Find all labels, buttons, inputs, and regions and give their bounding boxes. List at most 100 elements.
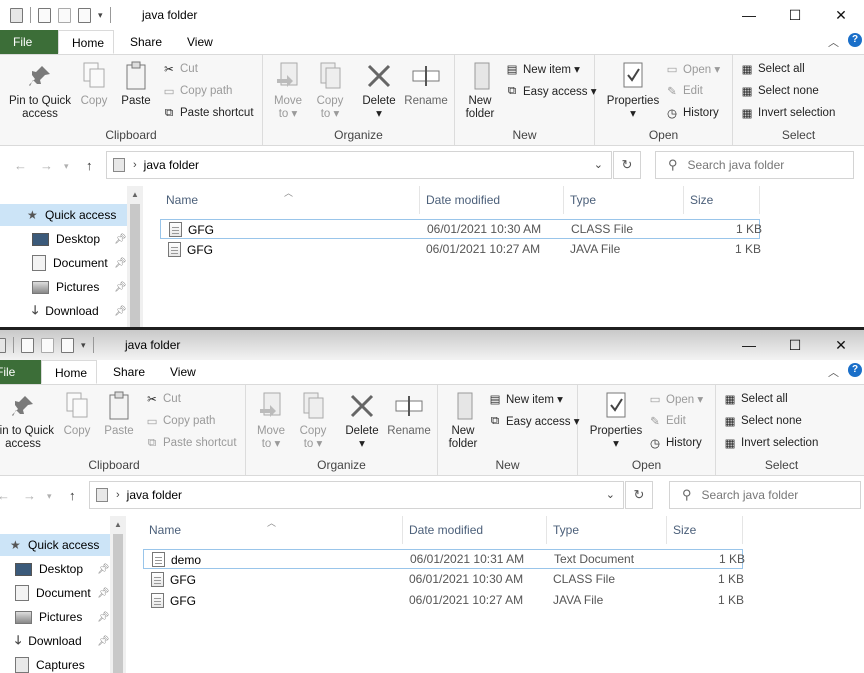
select-all-button[interactable]: ▦ Select all (723, 390, 788, 408)
properties-icon[interactable] (38, 7, 51, 23)
collapse-ribbon-icon[interactable]: ︿ (828, 34, 839, 50)
breadcrumb-path[interactable]: java folder (127, 488, 182, 502)
properties-button[interactable]: Properties ▾ (586, 391, 646, 451)
address-bar[interactable]: › java folder ⌄ (106, 151, 612, 179)
nav-item-pictures[interactable]: Pictures (15, 606, 82, 628)
delete-button[interactable]: Delete ▾ (359, 61, 399, 121)
help-icon[interactable]: ? (848, 33, 862, 47)
nav-item-pictures[interactable]: Pictures (32, 276, 99, 298)
recent-locations-chevron-icon[interactable]: ▾ (64, 161, 69, 172)
easy-access-button[interactable]: ⧉ Easy access ▾ (488, 412, 580, 430)
tab-share[interactable]: Share (100, 360, 158, 384)
rename-button[interactable]: Rename (384, 391, 434, 438)
maximize-button[interactable]: ☐ (772, 330, 818, 360)
edit-button[interactable]: ✎ Edit (665, 82, 703, 100)
column-header-size[interactable]: Size (684, 186, 760, 214)
refresh-button[interactable]: ↻ (625, 481, 653, 509)
address-dropdown-icon[interactable]: ⌄ (594, 158, 603, 171)
copy-to-button[interactable]: Copy to ▾ (294, 391, 332, 451)
nav-item-downloads[interactable]: 🡓 Download (32, 300, 127, 322)
maximize-button[interactable]: ☐ (772, 0, 818, 30)
cut-button[interactable]: ✂ Cut (145, 390, 181, 408)
column-header-date-modified[interactable]: Date modified (420, 186, 564, 214)
select-none-button[interactable]: ▦ Select none (723, 412, 802, 430)
search-box[interactable]: ⚲ Search java folder (669, 481, 861, 509)
edit-button[interactable]: ✎ Edit (648, 412, 686, 430)
up-arrow-icon[interactable]: ↑ (86, 158, 93, 173)
nav-item-downloads[interactable]: 🡓 Download (15, 630, 110, 652)
invert-selection-button[interactable]: ▦ Invert selection (723, 434, 819, 452)
checkmark-icon[interactable] (78, 7, 91, 23)
nav-item-captures[interactable]: Captures (15, 654, 85, 673)
nav-item-desktop[interactable]: Desktop (15, 558, 83, 580)
select-none-button[interactable]: ▦ Select none (740, 82, 819, 100)
nav-item-quick-access[interactable]: ★ Quick access (0, 534, 110, 556)
properties-icon[interactable] (21, 337, 34, 353)
scroll-up-arrow-icon[interactable]: ▲ (110, 520, 126, 529)
easy-access-button[interactable]: ⧉ Easy access ▾ (505, 82, 597, 100)
file-row[interactable]: GFG 06/01/2021 10:27 AM JAVA File 1 KB (143, 591, 744, 611)
nav-item-desktop[interactable]: Desktop (32, 228, 100, 250)
address-dropdown-icon[interactable]: ⌄ (606, 488, 615, 501)
close-button[interactable]: ✕ (818, 0, 864, 30)
scrollbar-thumb[interactable] (130, 204, 140, 328)
refresh-button[interactable]: ↻ (613, 151, 641, 179)
delete-button[interactable]: Delete ▾ (342, 391, 382, 451)
cut-button[interactable]: ✂ Cut (162, 60, 198, 78)
back-arrow-icon[interactable]: ← (0, 488, 10, 503)
open-button[interactable]: ▭ Open ▾ (665, 60, 721, 78)
nav-scrollbar[interactable]: ▲ (110, 516, 126, 673)
file-row[interactable]: GFG 06/01/2021 10:30 AM CLASS File 1 KB (160, 219, 762, 239)
up-arrow-icon[interactable]: ↑ (69, 488, 76, 503)
help-icon[interactable]: ? (848, 363, 862, 377)
tab-share[interactable]: Share (117, 30, 175, 54)
checkmark-icon[interactable] (61, 337, 74, 353)
move-to-button[interactable]: Move to ▾ (269, 61, 307, 121)
paste-shortcut-button[interactable]: ⧉ Paste shortcut (145, 434, 237, 452)
tab-view[interactable]: View (157, 360, 209, 384)
tab-file[interactable]: File (0, 360, 41, 384)
customize-toolbar-dropdown-icon[interactable]: ▾ (81, 340, 86, 351)
address-bar[interactable]: › java folder ⌄ (89, 481, 624, 509)
rename-button[interactable]: Rename (401, 61, 451, 108)
recent-locations-chevron-icon[interactable]: ▾ (47, 491, 52, 502)
tab-home[interactable]: Home (41, 360, 97, 384)
nav-scrollbar[interactable]: ▲ (127, 186, 143, 328)
forward-arrow-icon[interactable]: → (23, 488, 36, 503)
nav-item-quick-access[interactable]: ★ Quick access (0, 204, 127, 226)
copy-button[interactable]: Copy (59, 391, 95, 438)
pin-to-quick-access-button[interactable]: Pin to Quick access (0, 391, 59, 451)
minimize-button[interactable]: — (726, 330, 772, 360)
tab-home[interactable]: Home (58, 30, 114, 54)
file-row[interactable]: GFG 06/01/2021 10:27 AM JAVA File 1 KB (160, 240, 761, 260)
nav-item-documents[interactable]: Document (15, 582, 91, 604)
copy-button[interactable]: Copy (76, 61, 112, 108)
paste-button[interactable]: Paste (118, 61, 154, 108)
new-folder-icon[interactable] (58, 7, 71, 23)
column-header-type[interactable]: Type (547, 516, 667, 544)
new-item-button[interactable]: ▤ New item ▾ (488, 390, 563, 408)
new-folder-button[interactable]: New folder (442, 391, 484, 451)
history-button[interactable]: ◷ History (648, 434, 702, 452)
copy-path-button[interactable]: ▭ Copy path (145, 412, 216, 430)
new-folder-button[interactable]: New folder (459, 61, 501, 121)
customize-toolbar-dropdown-icon[interactable]: ▾ (98, 10, 103, 21)
minimize-button[interactable]: — (726, 0, 772, 30)
search-box[interactable]: ⚲ Search java folder (655, 151, 854, 179)
scrollbar-thumb[interactable] (113, 534, 123, 673)
column-header-date-modified[interactable]: Date modified (403, 516, 547, 544)
pin-to-quick-access-button[interactable]: Pin to Quick access (4, 61, 76, 121)
scroll-up-arrow-icon[interactable]: ▲ (127, 190, 143, 199)
history-button[interactable]: ◷ History (665, 104, 719, 122)
column-header-size[interactable]: Size (667, 516, 743, 544)
paste-button[interactable]: Paste (101, 391, 137, 438)
back-arrow-icon[interactable]: ← (14, 158, 27, 173)
file-row[interactable]: demo 06/01/2021 10:31 AM Text Document 1… (143, 549, 745, 569)
new-item-button[interactable]: ▤ New item ▾ (505, 60, 580, 78)
open-button[interactable]: ▭ Open ▾ (648, 390, 704, 408)
close-button[interactable]: ✕ (818, 330, 864, 360)
file-row[interactable]: GFG 06/01/2021 10:30 AM CLASS File 1 KB (143, 570, 744, 590)
move-to-button[interactable]: Move to ▾ (252, 391, 290, 451)
breadcrumb-path[interactable]: java folder (144, 158, 199, 172)
collapse-ribbon-icon[interactable]: ︿ (828, 364, 839, 380)
